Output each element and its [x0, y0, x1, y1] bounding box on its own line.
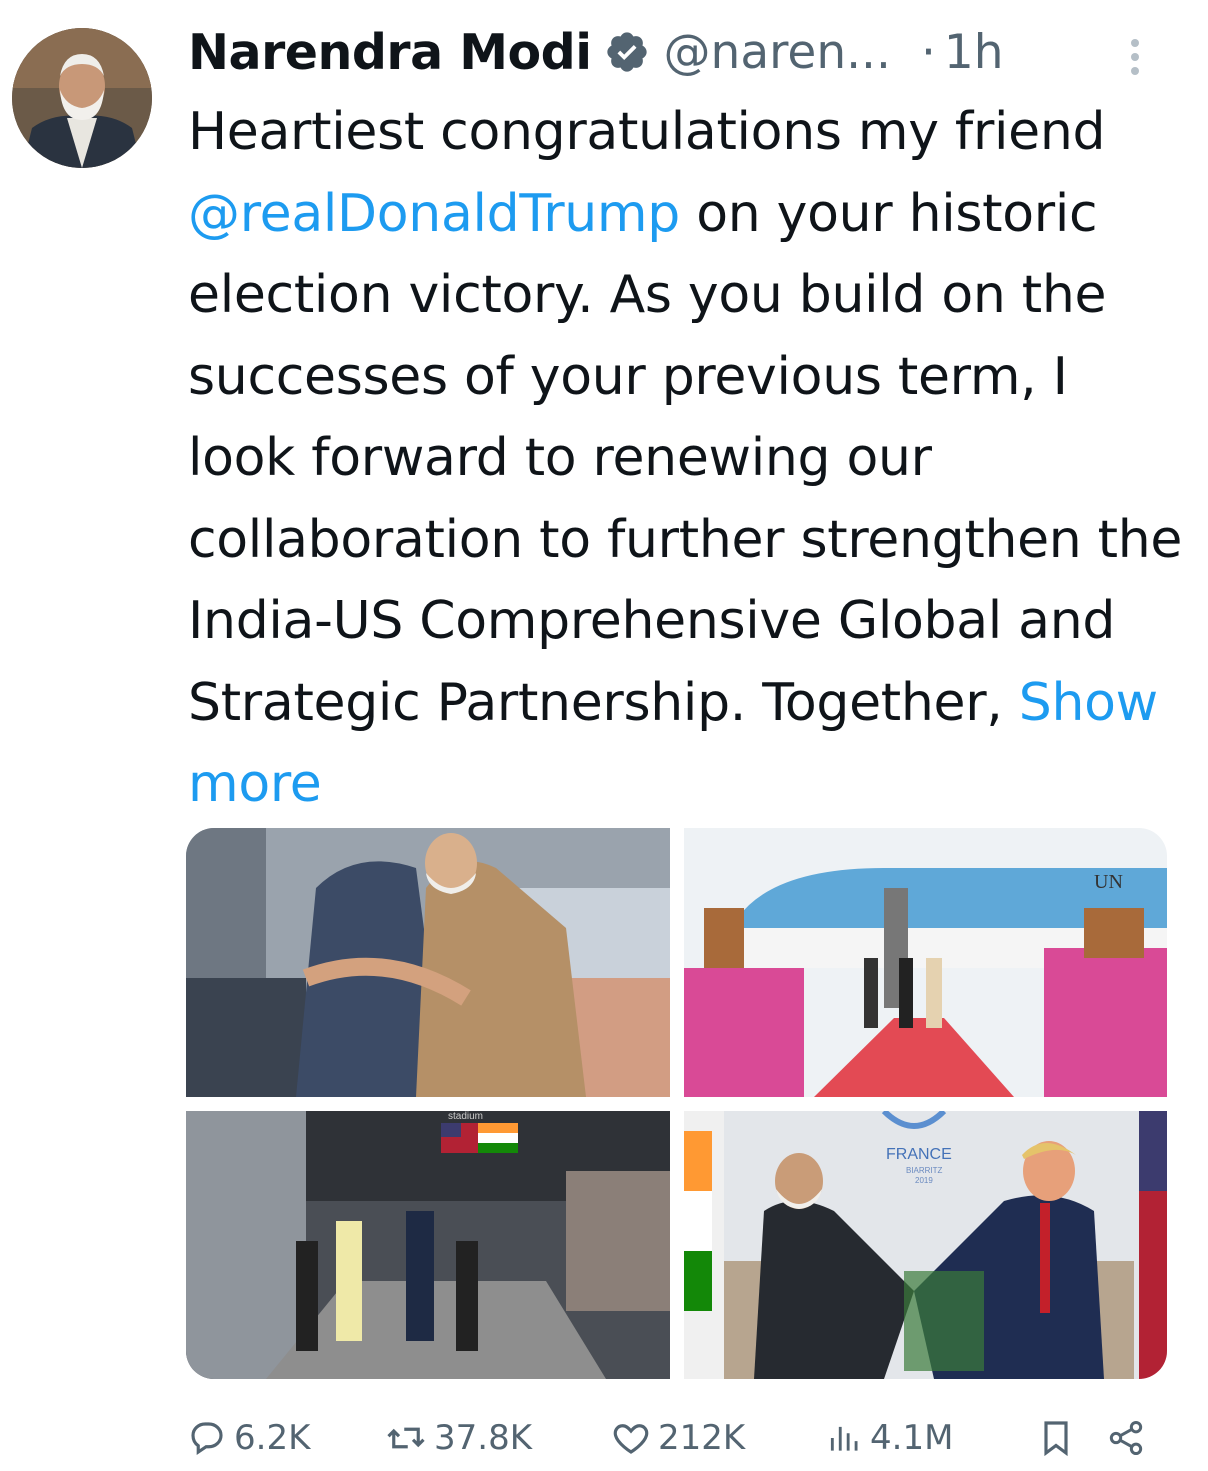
g7-logo-text: FRANCE — [886, 1146, 952, 1163]
tweet-text-part2: on your historic election victory. As yo… — [188, 183, 1183, 733]
like-count: 212K — [658, 1418, 746, 1458]
photo-g7-meeting[interactable]: FRANCE BIARRITZ 2019 — [684, 1111, 1167, 1379]
photo-airport-welcome[interactable]: UN — [684, 828, 1167, 1097]
more-options-icon[interactable] — [1120, 34, 1150, 80]
bookmark-icon — [1044, 1421, 1068, 1457]
views-button[interactable]: 4.1M — [826, 1410, 953, 1466]
tweet-action-bar: 6.2K 37.8K 212K 4.1M — [186, 1410, 1156, 1466]
photo-stadium-walk[interactable]: stadium — [186, 1111, 670, 1379]
header-separator: · — [920, 24, 936, 80]
stadium-banner: stadium — [448, 1111, 483, 1122]
reply-count: 6.2K — [234, 1418, 311, 1458]
reply-icon — [191, 1422, 223, 1455]
tweet-text-part1: Heartiest congratulations my friend — [188, 102, 1106, 162]
tweet-header: Narendra Modi @naren... · 1h — [188, 22, 1004, 82]
tweet-timestamp[interactable]: 1h — [944, 25, 1004, 80]
author-name[interactable]: Narendra Modi — [188, 24, 592, 81]
tweet-text: Heartiest congratulations my friend @rea… — [188, 92, 1188, 826]
repost-button[interactable]: 37.8K — [384, 1410, 532, 1466]
bookmark-button[interactable] — [1036, 1410, 1082, 1466]
share-button[interactable] — [1106, 1410, 1152, 1466]
author-handle[interactable]: @naren... — [664, 25, 891, 80]
media-grid: UN stadium FRANCE BIARRITZ 2019 — [186, 828, 1167, 1379]
heart-icon — [613, 1424, 649, 1454]
author-avatar[interactable] — [12, 28, 152, 168]
like-button[interactable]: 212K — [610, 1410, 745, 1466]
photo-hug[interactable] — [186, 828, 670, 1097]
repost-count: 37.8K — [434, 1418, 532, 1458]
views-count: 4.1M — [870, 1418, 954, 1458]
plane-lettering: UN — [1094, 871, 1123, 893]
share-icon — [1109, 1421, 1143, 1455]
g7-logo-year: 2019 — [915, 1176, 933, 1185]
reply-button[interactable]: 6.2K — [186, 1410, 310, 1466]
repost-icon — [387, 1427, 425, 1449]
mention-link[interactable]: @realDonaldTrump — [188, 184, 680, 244]
g7-logo-sub: BIARRITZ — [906, 1166, 943, 1175]
views-chart-icon — [830, 1426, 858, 1451]
verified-badge-icon — [606, 32, 647, 72]
